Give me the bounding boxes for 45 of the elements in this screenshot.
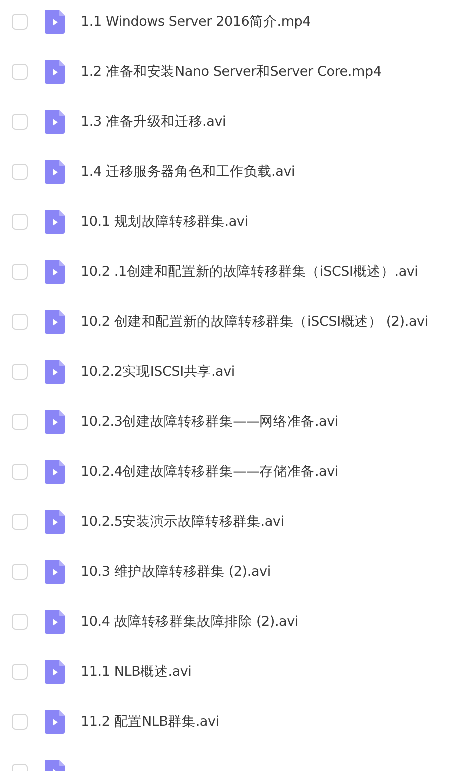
file-name[interactable]: 10.2 .1创建和配置新的故障转移群集（iSCSI概述）.avi xyxy=(81,263,418,281)
video-file-icon xyxy=(45,460,65,484)
video-file-icon xyxy=(45,610,65,634)
file-name[interactable]: 10.2.2实现ISCSI共享.avi xyxy=(81,363,235,381)
file-name[interactable]: 10.2.3创建故障转移群集——网络准备.avi xyxy=(81,413,338,431)
video-file-icon xyxy=(45,10,65,34)
checkbox[interactable] xyxy=(12,14,28,30)
checkbox[interactable] xyxy=(12,714,28,730)
checkbox[interactable] xyxy=(12,614,28,630)
file-name[interactable]: 11.2 配置NLB群集.avi xyxy=(81,713,220,731)
file-name[interactable]: 10.2.4创建故障转移群集——存储准备.avi xyxy=(81,463,338,481)
file-name[interactable]: 11.1 NLB概述.avi xyxy=(81,663,192,681)
checkbox[interactable] xyxy=(12,464,28,480)
video-file-icon xyxy=(45,710,65,734)
file-name[interactable]: 10.1 规划故障转移群集.avi xyxy=(81,213,248,231)
file-name[interactable]: 1.3 准备升级和迁移.avi xyxy=(81,113,226,131)
video-file-icon xyxy=(45,210,65,234)
file-name[interactable]: 1.4 迁移服务器角色和工作负载.avi xyxy=(81,163,296,181)
checkbox[interactable] xyxy=(12,414,28,430)
video-file-icon xyxy=(45,60,65,84)
video-file-icon xyxy=(45,660,65,684)
video-file-icon xyxy=(45,260,65,284)
checkbox[interactable] xyxy=(12,64,28,80)
file-name[interactable]: 1.1 Windows Server 2016简介.mp4 xyxy=(81,13,312,31)
file-name[interactable]: 10.2 创建和配置新的故障转移群集（iSCSI概述） (2).avi xyxy=(81,313,428,331)
file-name[interactable]: 10.3 维护故障转移群集 (2).avi xyxy=(81,563,271,581)
checkbox[interactable] xyxy=(12,114,28,130)
checkbox[interactable] xyxy=(12,564,28,580)
checkbox[interactable] xyxy=(12,314,28,330)
checkbox[interactable] xyxy=(12,214,28,230)
video-file-icon xyxy=(45,360,65,384)
checkbox[interactable] xyxy=(12,164,28,180)
checkbox[interactable] xyxy=(12,514,28,530)
file-name[interactable]: 1.2 准备和安装Nano Server和Server Core.mp4 xyxy=(81,63,382,81)
file-name[interactable]: 10.4 故障转移群集故障排除 (2).avi xyxy=(81,613,298,631)
file-name[interactable]: 10.2.5安装演示故障转移群集.avi xyxy=(81,513,284,531)
checkbox[interactable] xyxy=(12,664,28,680)
video-file-icon xyxy=(45,410,65,434)
video-file-icon xyxy=(45,110,65,134)
checkbox[interactable] xyxy=(12,364,28,380)
video-file-icon xyxy=(45,310,65,334)
video-file-icon xyxy=(45,560,65,584)
checkbox[interactable] xyxy=(12,264,28,280)
video-file-icon xyxy=(45,160,65,184)
video-file-icon xyxy=(45,510,65,534)
